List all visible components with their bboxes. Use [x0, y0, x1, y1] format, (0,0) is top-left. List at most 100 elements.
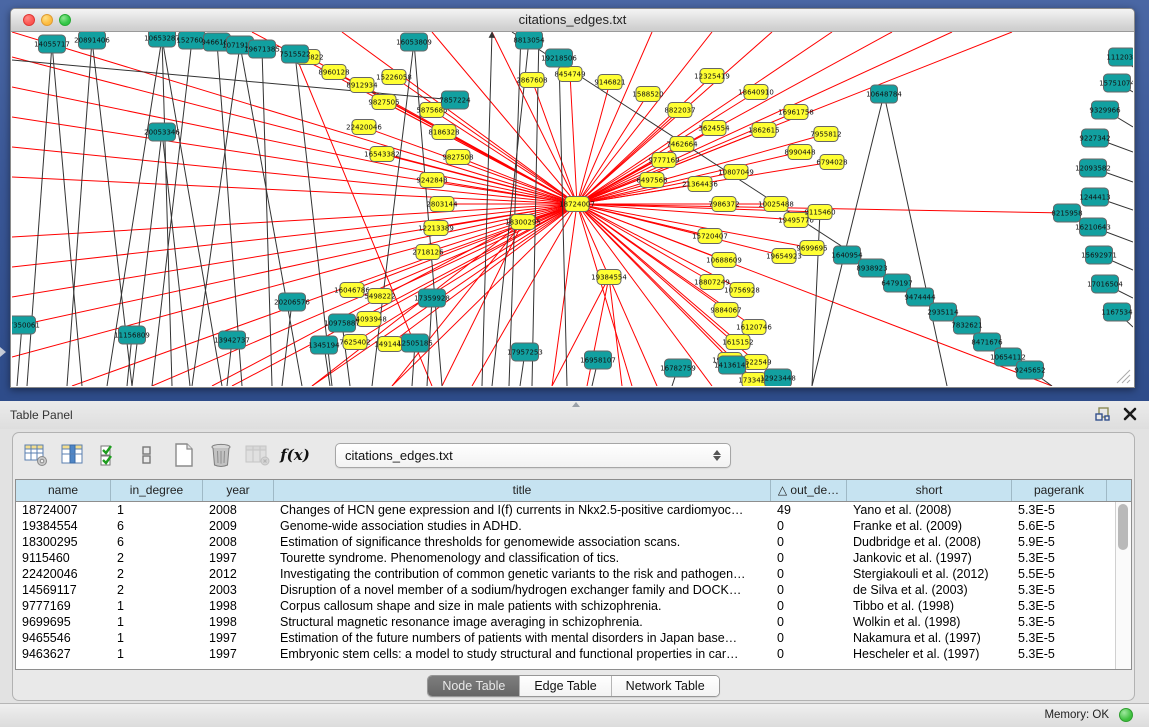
select-columns-button[interactable]	[97, 442, 123, 468]
column-header-out_de[interactable]: △ out_de…	[771, 480, 847, 501]
table-options-button[interactable]	[23, 442, 49, 468]
table-row[interactable]: 911546021997Tourette syndrome. Phenomeno…	[16, 550, 1115, 566]
citation-network-graph[interactable]: 1830029519384554766382289601288912934152…	[12, 32, 1133, 386]
graph-node[interactable]: 7462664	[666, 137, 698, 152]
graph-node[interactable]: 2718126	[412, 245, 444, 260]
graph-node[interactable]: 14136141	[714, 356, 750, 374]
graph-node[interactable]: 17016504	[1087, 275, 1123, 293]
graph-node[interactable]: 5498222	[364, 289, 395, 304]
graph-node[interactable]: 12505185	[397, 334, 433, 352]
edge[interactable]	[577, 32, 952, 204]
graph-node[interactable]: 8454749	[554, 67, 585, 82]
column-header-pagerank[interactable]: pagerank	[1012, 480, 1107, 501]
graph-node[interactable]: 13942737	[214, 331, 250, 349]
graph-node[interactable]: 8215958	[1051, 204, 1082, 222]
tab-network-table[interactable]: Network Table	[612, 676, 719, 696]
new-table-button[interactable]	[171, 442, 197, 468]
edge[interactable]	[12, 204, 577, 357]
graph-node[interactable]: 7625402	[339, 335, 370, 350]
table-header-row[interactable]: namein_degreeyeartitle△ out_de…shortpage…	[16, 480, 1131, 502]
graph-node[interactable]: 7832621	[951, 316, 982, 334]
graph-node[interactable]: 21364436	[682, 177, 718, 192]
network-window-titlebar[interactable]: citations_edges.txt	[11, 9, 1134, 32]
float-panel-icon[interactable]	[1095, 406, 1111, 422]
graph-node[interactable]: 10807049	[718, 165, 754, 180]
graph-node[interactable]: 12325419	[694, 69, 730, 84]
graph-node[interactable]: 8813054	[513, 32, 545, 49]
graph-node[interactable]: 9827505	[368, 95, 399, 110]
graph-node[interactable]: 12213389	[418, 221, 454, 236]
graph-node[interactable]: 9242848	[416, 173, 447, 188]
edge[interactable]	[27, 44, 52, 386]
column-header-year[interactable]: year	[203, 480, 274, 501]
table-row[interactable]: 2242004622012Investigating the contribut…	[16, 566, 1115, 582]
network-canvas[interactable]: 1830029519384554766382289601288912934152…	[12, 32, 1133, 386]
close-panel-icon[interactable]	[1123, 407, 1137, 421]
graph-node[interactable]: 22420046	[346, 120, 382, 135]
graph-node[interactable]: 12093582	[1075, 159, 1111, 177]
table-row[interactable]: 977716911998Corpus callosum shape and si…	[16, 598, 1115, 614]
column-header-title[interactable]: title	[274, 480, 771, 501]
edge[interactable]	[12, 147, 577, 204]
table-row[interactable]: 946362711997Embryonic stem cells: a mode…	[16, 646, 1115, 662]
edge[interactable]	[577, 82, 610, 204]
graph-node[interactable]: 19384554	[591, 270, 627, 285]
graph-node[interactable]: 7986372	[708, 197, 739, 212]
column-header-short[interactable]: short	[847, 480, 1012, 501]
scrollbar-thumb[interactable]	[1118, 504, 1128, 550]
function-builder-button[interactable]: f(x)	[282, 442, 308, 468]
tab-edge-table[interactable]: Edge Table	[520, 676, 611, 696]
graph-node[interactable]: 8822037	[664, 103, 695, 118]
network-view-window[interactable]: citations_edges.txt 18300295193845547663…	[10, 8, 1135, 388]
graph-node[interactable]: 10025488	[758, 197, 794, 212]
edge[interactable]	[552, 277, 609, 386]
graph-node[interactable]: 1167534	[1101, 303, 1133, 321]
graph-node[interactable]: 20206576	[274, 293, 310, 311]
graph-node[interactable]: 8912934	[346, 78, 378, 93]
window-zoom-button[interactable]	[59, 14, 71, 26]
edge[interactable]	[152, 40, 192, 386]
collapsed-panel-arrow-icon[interactable]	[0, 347, 6, 357]
edge[interactable]	[458, 157, 577, 204]
graph-node[interactable]: 1862615	[748, 123, 779, 138]
graph-node[interactable]: 9777169	[648, 153, 679, 168]
column-header-in_degree[interactable]: in_degree	[111, 480, 203, 501]
graph-node[interactable]: 17350061	[12, 316, 40, 334]
memory-ok-indicator-icon[interactable]	[1119, 708, 1133, 722]
table-row[interactable]: 1872400712008Changes of HCN gene express…	[16, 502, 1115, 518]
edge[interactable]	[262, 49, 272, 386]
graph-node[interactable]: 8990448	[784, 145, 815, 160]
edge[interactable]	[282, 302, 292, 386]
graph-node[interactable]: 9884067	[710, 303, 741, 318]
graph-node[interactable]: 20053346	[144, 123, 180, 141]
graph-node[interactable]: 19218506	[541, 49, 577, 67]
graph-node[interactable]: 8960128	[318, 65, 349, 80]
graph-node[interactable]: 16782759	[660, 359, 696, 377]
edge[interactable]	[132, 132, 162, 386]
graph-node[interactable]: 9227342	[1079, 129, 1110, 147]
graph-node[interactable]: 15226058	[376, 70, 412, 85]
graph-node[interactable]: 12923448	[760, 369, 796, 386]
edge[interactable]	[532, 80, 577, 204]
graph-node[interactable]: 1112036	[1106, 48, 1133, 66]
graph-node[interactable]: 20891406	[74, 32, 110, 49]
row-height-button[interactable]	[134, 442, 160, 468]
column-header-name[interactable]: name	[16, 480, 111, 501]
graph-node[interactable]: 6794028	[816, 155, 847, 170]
edge[interactable]	[587, 277, 609, 386]
delete-table-button[interactable]	[208, 442, 234, 468]
graph-node[interactable]: 16210643	[1075, 218, 1111, 236]
window-resize-grip[interactable]	[1113, 366, 1131, 384]
graph-node[interactable]: 7955812	[810, 127, 841, 142]
graph-node[interactable]: 9827508	[442, 150, 473, 165]
table-select-dropdown[interactable]: citations_edges.txt	[335, 443, 731, 468]
table-row[interactable]: 946554611997Estimation of the future num…	[16, 630, 1115, 646]
window-minimize-button[interactable]	[41, 14, 53, 26]
graph-node[interactable]: 16958107	[580, 351, 616, 369]
graph-node[interactable]: 9245652	[1014, 361, 1045, 379]
edge[interactable]	[609, 277, 657, 386]
table-panel-titlebar[interactable]: Table Panel	[0, 401, 1149, 429]
edge[interactable]	[559, 58, 567, 386]
graph-node[interactable]: 9329966	[1089, 101, 1121, 119]
edge[interactable]	[570, 74, 577, 204]
